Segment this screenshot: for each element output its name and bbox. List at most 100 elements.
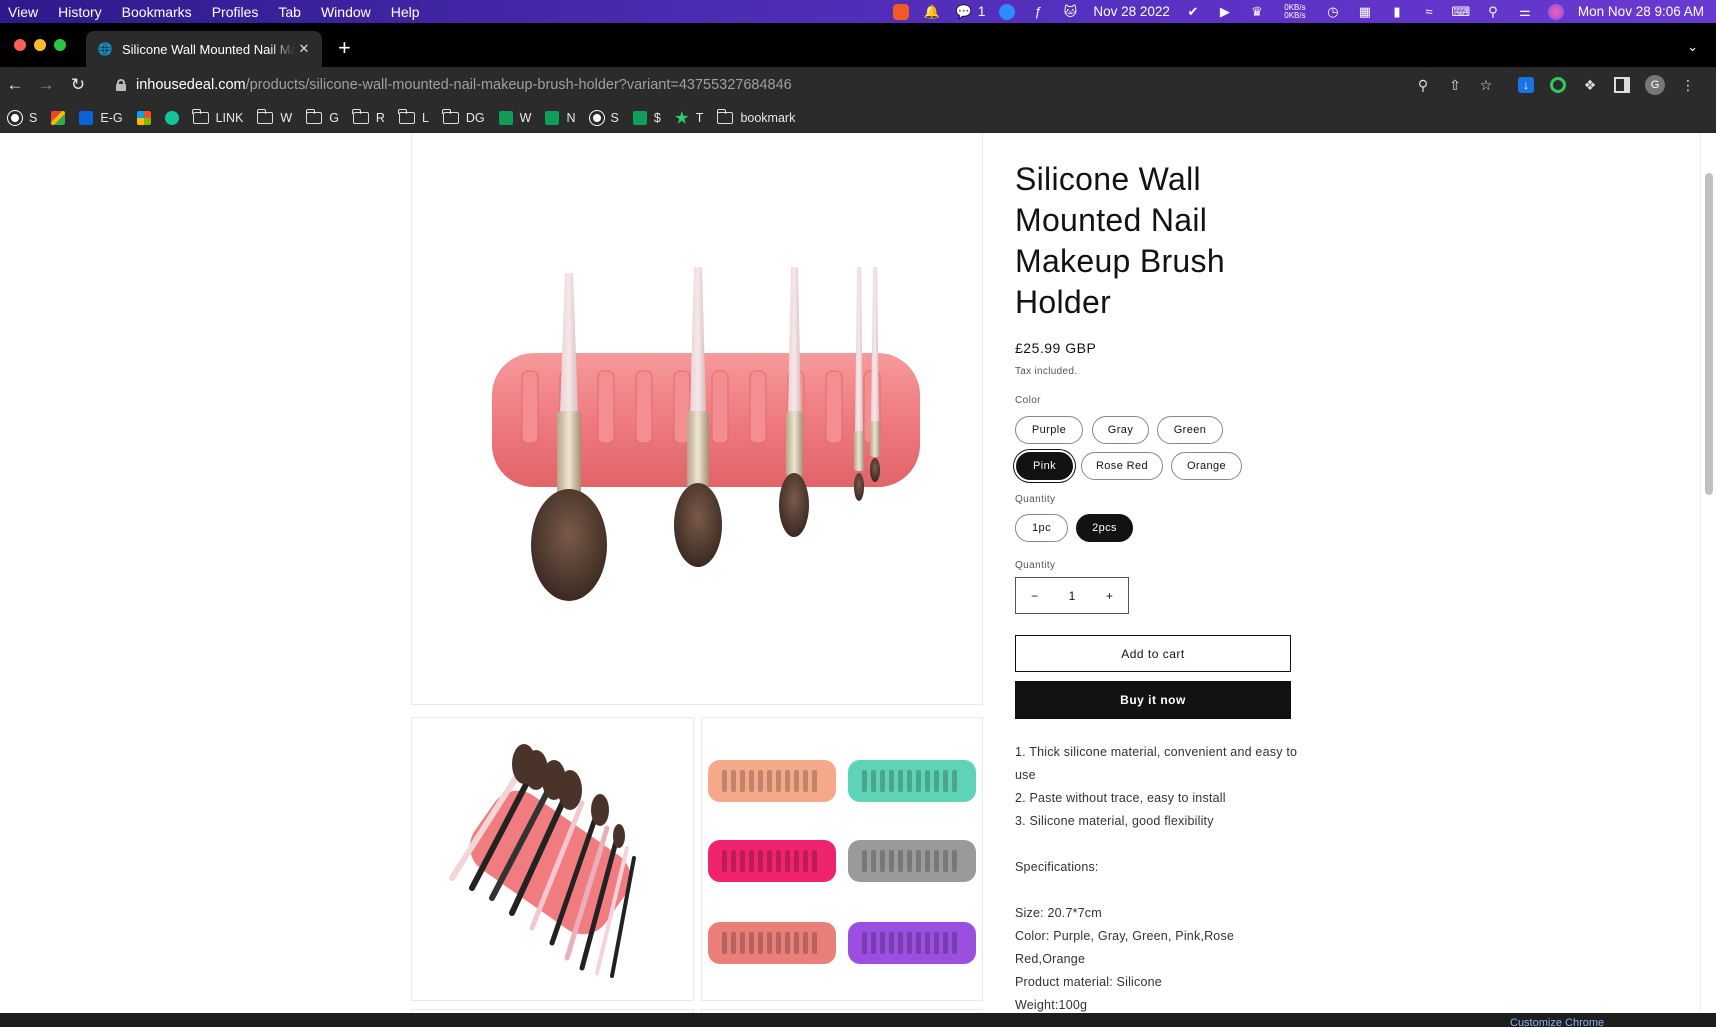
- decrease-quantity-button[interactable]: −: [1016, 589, 1053, 603]
- keyboard-icon[interactable]: ⌨: [1452, 4, 1471, 20]
- control-center-icon[interactable]: ⚌: [1516, 4, 1534, 20]
- bookmark-item[interactable]: W: [498, 111, 532, 125]
- swatch-holder: [848, 840, 976, 882]
- date-widget[interactable]: Nov 28 2022: [1093, 4, 1170, 19]
- calendar-icon[interactable]: ▦: [1356, 4, 1374, 20]
- swatch-holder: [708, 760, 836, 802]
- share-icon[interactable]: ⇧: [1447, 77, 1463, 93]
- main-product-image[interactable]: [411, 133, 983, 705]
- bookmark-item[interactable]: [164, 111, 179, 125]
- bookmark-item[interactable]: bookmark: [716, 109, 795, 125]
- profile-avatar[interactable]: G: [1645, 75, 1665, 95]
- menu-tab[interactable]: Tab: [278, 4, 301, 20]
- bookmark-item[interactable]: [136, 111, 151, 125]
- close-tab-icon[interactable]: ✕: [296, 41, 312, 57]
- bookmark-item[interactable]: T: [675, 111, 703, 125]
- outlook-icon: [79, 111, 94, 125]
- bookmark-item[interactable]: [51, 111, 66, 125]
- quantity-label: Quantity: [1015, 560, 1056, 571]
- swatch-holder: [708, 840, 836, 882]
- folder-icon: [442, 109, 459, 124]
- sheets-icon: [498, 111, 513, 125]
- bookmark-label: W: [519, 111, 532, 125]
- forward-button[interactable]: →: [36, 75, 56, 95]
- bookmark-item[interactable]: S: [8, 111, 37, 125]
- description-line: 1. Thick silicone material, convenient a…: [1015, 745, 1298, 782]
- add-to-cart-button[interactable]: Add to cart: [1015, 635, 1291, 672]
- bookmark-item[interactable]: LINK: [192, 109, 243, 125]
- chevron-down-icon[interactable]: ⌄: [1687, 39, 1698, 55]
- close-window-button[interactable]: [14, 39, 26, 51]
- menu-window[interactable]: Window: [321, 4, 371, 20]
- back-button[interactable]: ←: [5, 75, 25, 95]
- evernote-icon[interactable]: ♛: [1248, 4, 1266, 20]
- script-icon[interactable]: ƒ: [1029, 4, 1047, 20]
- increase-quantity-button[interactable]: +: [1091, 589, 1128, 603]
- reload-button[interactable]: ↻: [68, 75, 88, 95]
- globe-icon: [8, 111, 22, 125]
- color-option-purple[interactable]: Purple: [1015, 416, 1083, 444]
- menu-help[interactable]: Help: [391, 4, 420, 20]
- gallery-image-color-options[interactable]: [701, 717, 983, 1001]
- menu-profiles[interactable]: Profiles: [212, 4, 259, 20]
- puzzle-icon[interactable]: ❖: [1582, 77, 1598, 93]
- play-icon[interactable]: ▶: [1216, 4, 1234, 20]
- menu-view[interactable]: View: [8, 4, 38, 20]
- buy-now-button[interactable]: Buy it now: [1015, 681, 1291, 719]
- bookmark-item[interactable]: DG: [442, 109, 485, 125]
- color-option-rose-red[interactable]: Rose Red: [1081, 452, 1163, 480]
- battery-icon[interactable]: ▮: [1388, 4, 1406, 20]
- color-option-pink[interactable]: Pink: [1016, 452, 1073, 480]
- color-option-green[interactable]: Green: [1157, 416, 1223, 444]
- wifi-icon[interactable]: ≈: [1420, 4, 1438, 20]
- brush-holder-photo: [492, 267, 920, 601]
- quantity-input[interactable]: 1: [1053, 589, 1090, 603]
- variant-option-2pcs[interactable]: 2pcs: [1076, 514, 1133, 542]
- cat-icon[interactable]: 🐱: [1061, 4, 1079, 20]
- check-icon[interactable]: ✔: [1184, 4, 1202, 20]
- new-tab-button[interactable]: +: [338, 37, 351, 59]
- product-description: 1. Thick silicone material, convenient a…: [1015, 741, 1305, 1013]
- address-bar[interactable]: inhousedeal.com/products/silicone-wall-m…: [98, 71, 1438, 99]
- bookmark-item[interactable]: E-G: [79, 111, 123, 125]
- extension-ring-icon[interactable]: [1550, 77, 1566, 93]
- wechat-status[interactable]: 💬 1: [955, 4, 986, 20]
- color-option-gray[interactable]: Gray: [1092, 416, 1149, 444]
- bookmark-item[interactable]: S: [589, 111, 619, 125]
- more-menu-icon[interactable]: ⋮: [1680, 77, 1696, 93]
- color-option-orange[interactable]: Orange: [1171, 452, 1242, 480]
- zoom-lens-icon[interactable]: ⚲: [1415, 77, 1431, 93]
- page-scrollbar[interactable]: [1700, 133, 1716, 1013]
- app-status-icon[interactable]: [892, 3, 909, 20]
- menu-history[interactable]: History: [58, 4, 102, 20]
- tab-strip: 🌐 Silicone Wall Mounted Nail Makeup Brus…: [0, 23, 1716, 67]
- zoom-icon[interactable]: [999, 3, 1016, 20]
- tab-active[interactable]: 🌐 Silicone Wall Mounted Nail Makeup Brus…: [86, 31, 322, 67]
- lock-icon[interactable]: [116, 79, 126, 91]
- bookmark-item[interactable]: W: [256, 109, 292, 125]
- clock[interactable]: Mon Nov 28 9:06 AM: [1578, 4, 1704, 19]
- bookmark-item[interactable]: $: [632, 111, 661, 125]
- scrollbar-thumb[interactable]: [1705, 173, 1713, 495]
- bookmark-item[interactable]: G: [305, 109, 339, 125]
- app-menu: View History Bookmarks Profiles Tab Wind…: [0, 4, 420, 20]
- search-icon[interactable]: ⚲: [1484, 4, 1502, 20]
- siri-icon[interactable]: [1547, 3, 1564, 20]
- bookmark-item[interactable]: N: [545, 111, 576, 125]
- quantity-stepper: − 1 +: [1015, 577, 1129, 614]
- gallery-image-brush-set[interactable]: [411, 717, 694, 1001]
- minimize-window-button[interactable]: [34, 39, 46, 51]
- zoom-window-button[interactable]: [54, 39, 66, 51]
- bookmark-label: E-G: [100, 111, 123, 125]
- customize-chrome-button[interactable]: Customize Chrome: [1510, 1017, 1604, 1027]
- bookmark-item[interactable]: R: [352, 109, 385, 125]
- bookmark-item[interactable]: L: [398, 109, 429, 125]
- folder-icon: [352, 109, 369, 124]
- side-panel-icon[interactable]: [1614, 77, 1630, 93]
- download-icon[interactable]: ↓: [1518, 77, 1534, 93]
- time-machine-icon[interactable]: ◷: [1324, 4, 1342, 20]
- menu-bookmarks[interactable]: Bookmarks: [122, 4, 192, 20]
- star-icon[interactable]: ☆: [1478, 77, 1494, 93]
- variant-option-1pc[interactable]: 1pc: [1015, 514, 1068, 542]
- bell-icon[interactable]: 🔔: [923, 4, 941, 20]
